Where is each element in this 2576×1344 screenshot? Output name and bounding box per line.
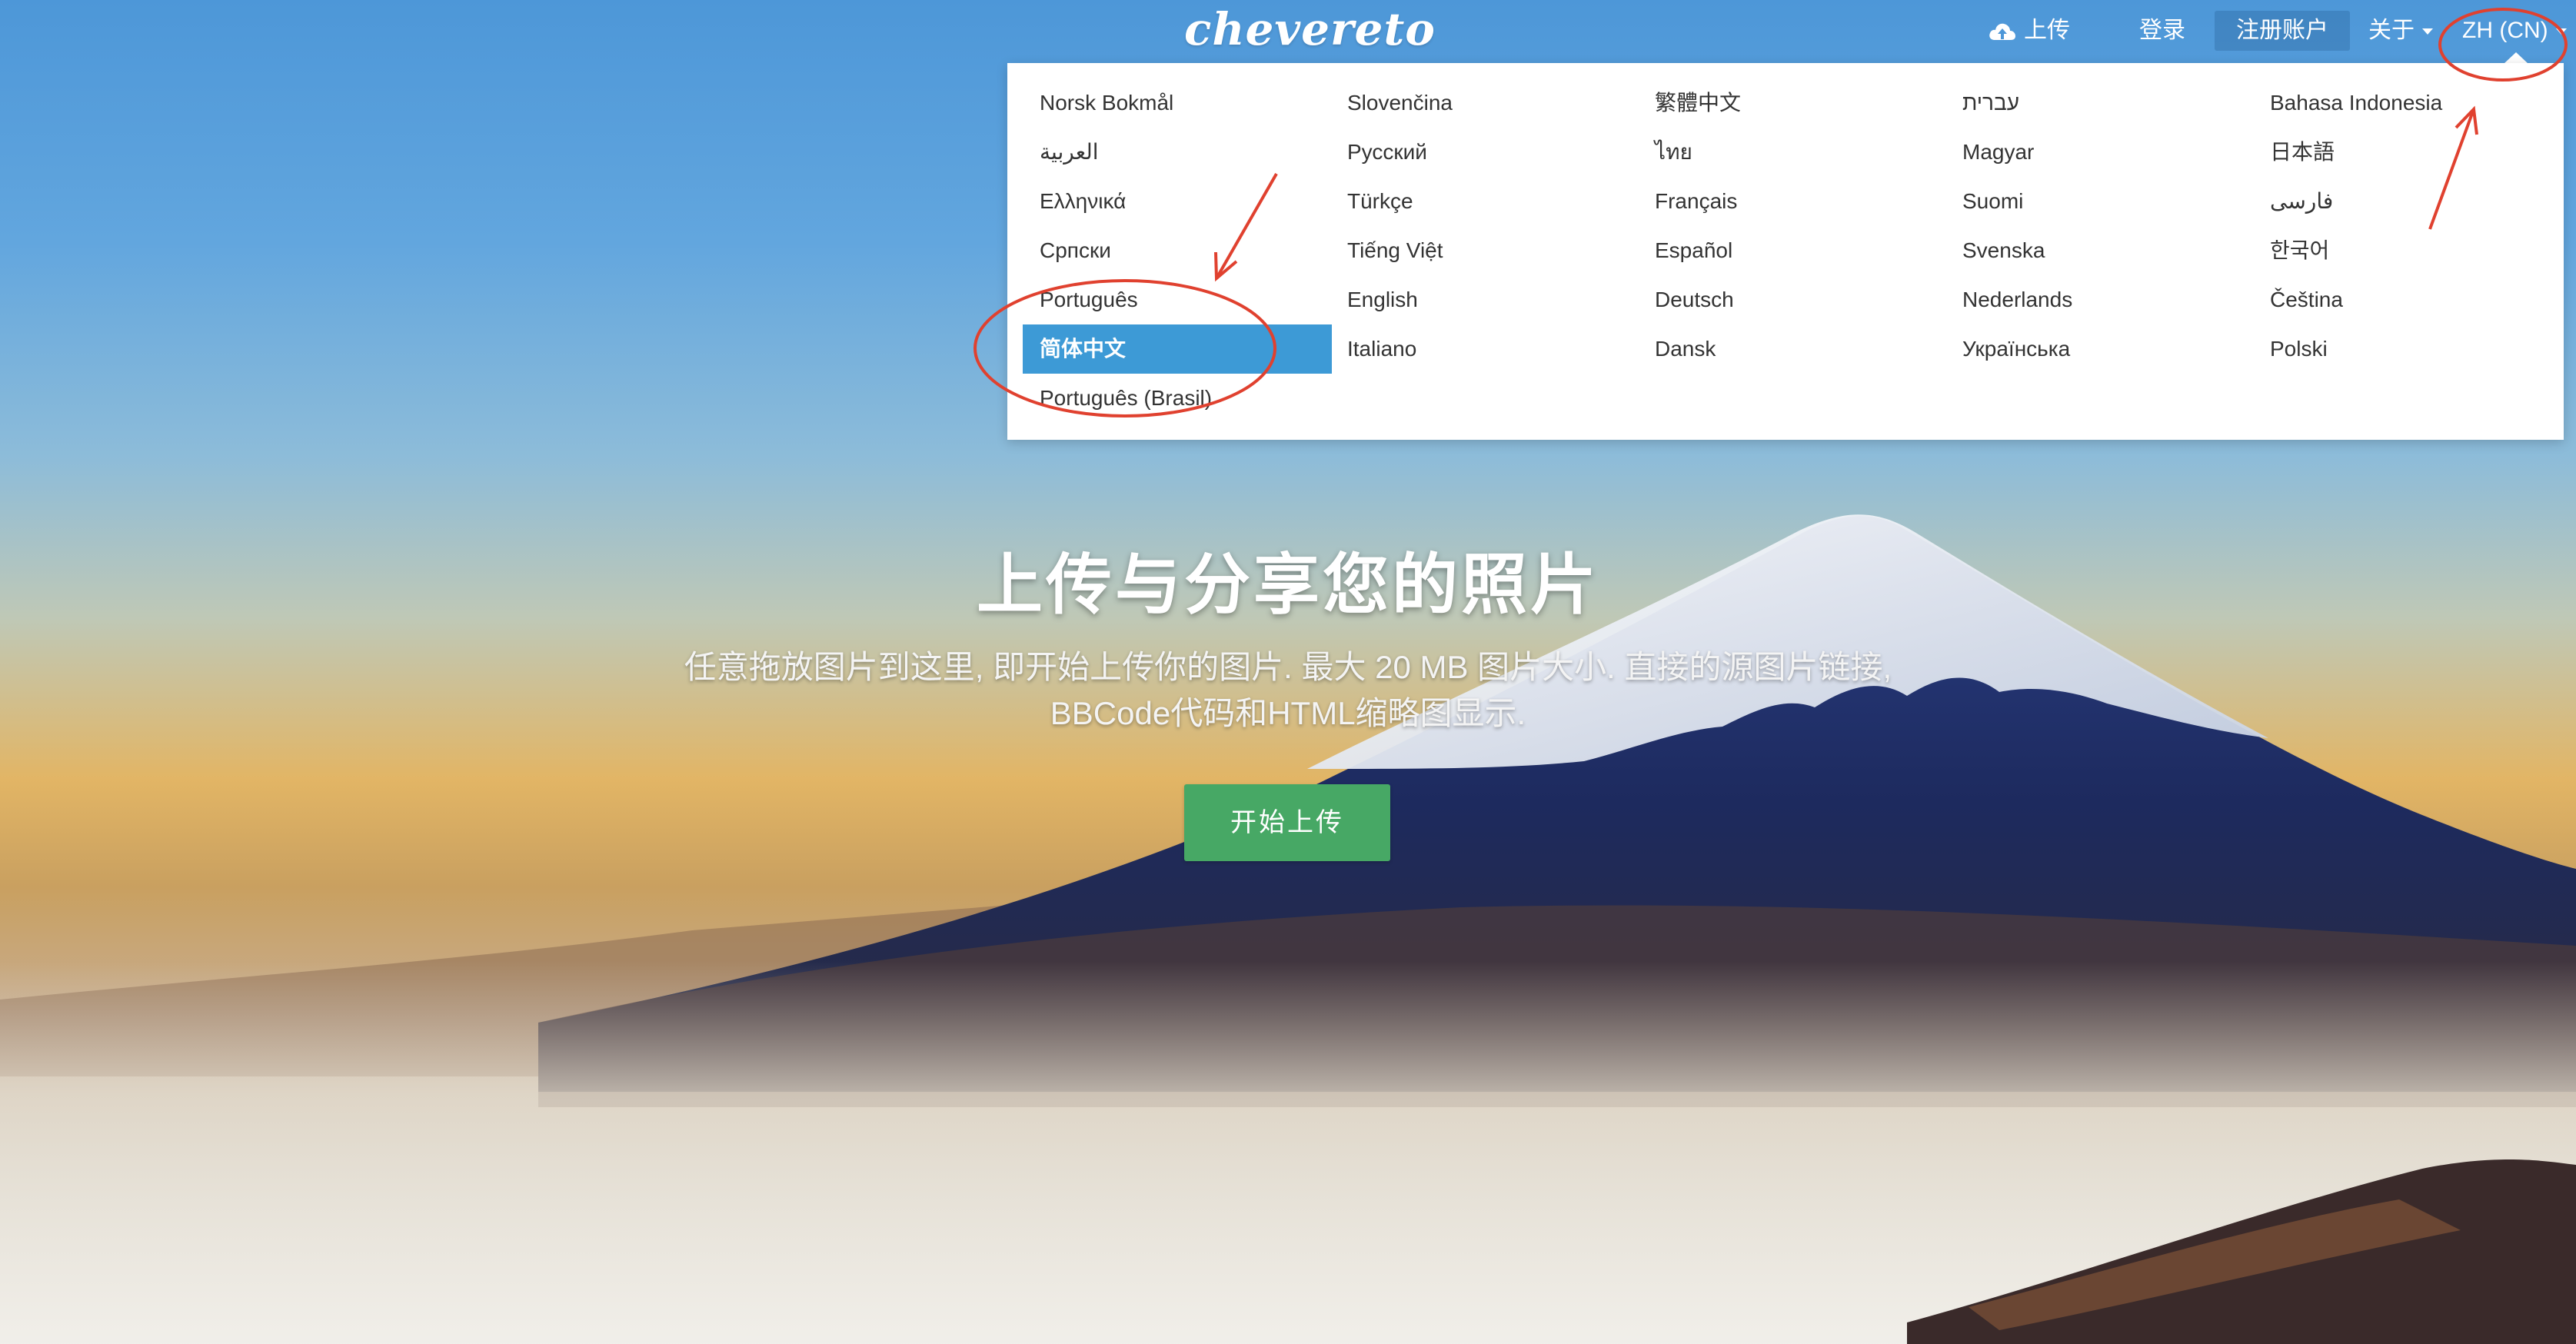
language-option[interactable]: Ελληνικά: [1007, 177, 1315, 226]
language-option[interactable]: Русский: [1315, 128, 1622, 177]
language-option[interactable]: Português (Brasil): [1007, 374, 1315, 423]
language-option[interactable]: Српски: [1007, 226, 1315, 275]
nav-upload-label: 上传: [2024, 18, 2070, 43]
language-option[interactable]: 繁體中文: [1622, 78, 1930, 128]
top-navigation-bar: chevereto 上传 登录 注册账户 关于 ZH (CN): [0, 0, 2576, 63]
language-option[interactable]: 日本語: [2238, 128, 2564, 177]
start-upload-button[interactable]: 开始上传: [1184, 784, 1390, 861]
language-option[interactable]: Bahasa Indonesia: [2238, 78, 2564, 128]
language-dropdown-menu: Norsk Bokmål العربية Ελληνικά Српски Por…: [1007, 63, 2564, 440]
language-option[interactable]: English: [1315, 275, 1622, 324]
language-option[interactable]: Português: [1007, 275, 1315, 324]
language-option[interactable]: Polski: [2238, 324, 2564, 374]
nav-login-link[interactable]: 登录: [2139, 14, 2185, 48]
cloud-upload-icon: [1989, 23, 2015, 40]
language-option[interactable]: Tiếng Việt: [1315, 226, 1622, 275]
page: chevereto 上传 登录 注册账户 关于 ZH (CN) Norsk Bo…: [0, 0, 2576, 1344]
language-option[interactable]: Français: [1622, 177, 1930, 226]
language-option[interactable]: العربية: [1007, 128, 1315, 177]
chevron-down-icon: [2555, 28, 2567, 35]
language-option[interactable]: Čeština: [2238, 275, 2564, 324]
nav-language-label: ZH (CN): [2462, 18, 2548, 43]
language-option[interactable]: Suomi: [1930, 177, 2238, 226]
language-option[interactable]: Svenska: [1930, 226, 2238, 275]
language-option[interactable]: Magyar: [1930, 128, 2238, 177]
hero-title: 上传与分享您的照片: [977, 548, 1599, 622]
language-option[interactable]: ไทย: [1622, 128, 1930, 177]
language-option[interactable]: Slovenčina: [1315, 78, 1622, 128]
nav-signup-button[interactable]: 注册账户: [2215, 11, 2350, 51]
language-option[interactable]: 한국어: [2238, 226, 2564, 275]
hero-description: 任意拖放图片到这里, 即开始上传你的图片. 最大 20 MB 图片大小. 直接的…: [684, 649, 1892, 731]
nav-language-dropdown[interactable]: ZH (CN): [2462, 14, 2567, 48]
nav-about-dropdown[interactable]: 关于: [2368, 14, 2433, 48]
chevron-down-icon: [2422, 28, 2433, 35]
chevereto-logo[interactable]: chevereto: [1184, 3, 1436, 55]
language-option-active[interactable]: 简体中文: [1023, 324, 1332, 374]
language-option[interactable]: Español: [1622, 226, 1930, 275]
nav-about-label: 关于: [2368, 18, 2415, 43]
language-option[interactable]: Norsk Bokmål: [1007, 78, 1315, 128]
language-option[interactable]: فارسی: [2238, 177, 2564, 226]
language-option[interactable]: Nederlands: [1930, 275, 2238, 324]
language-option[interactable]: עברית: [1930, 78, 2238, 128]
language-option[interactable]: Dansk: [1622, 324, 1930, 374]
language-option[interactable]: Українська: [1930, 324, 2238, 374]
language-option[interactable]: Italiano: [1315, 324, 1622, 374]
nav-upload-link[interactable]: 上传: [1989, 14, 2070, 48]
dropdown-pointer: [2504, 52, 2528, 64]
language-option[interactable]: Deutsch: [1622, 275, 1930, 324]
language-option[interactable]: Türkçe: [1315, 177, 1622, 226]
